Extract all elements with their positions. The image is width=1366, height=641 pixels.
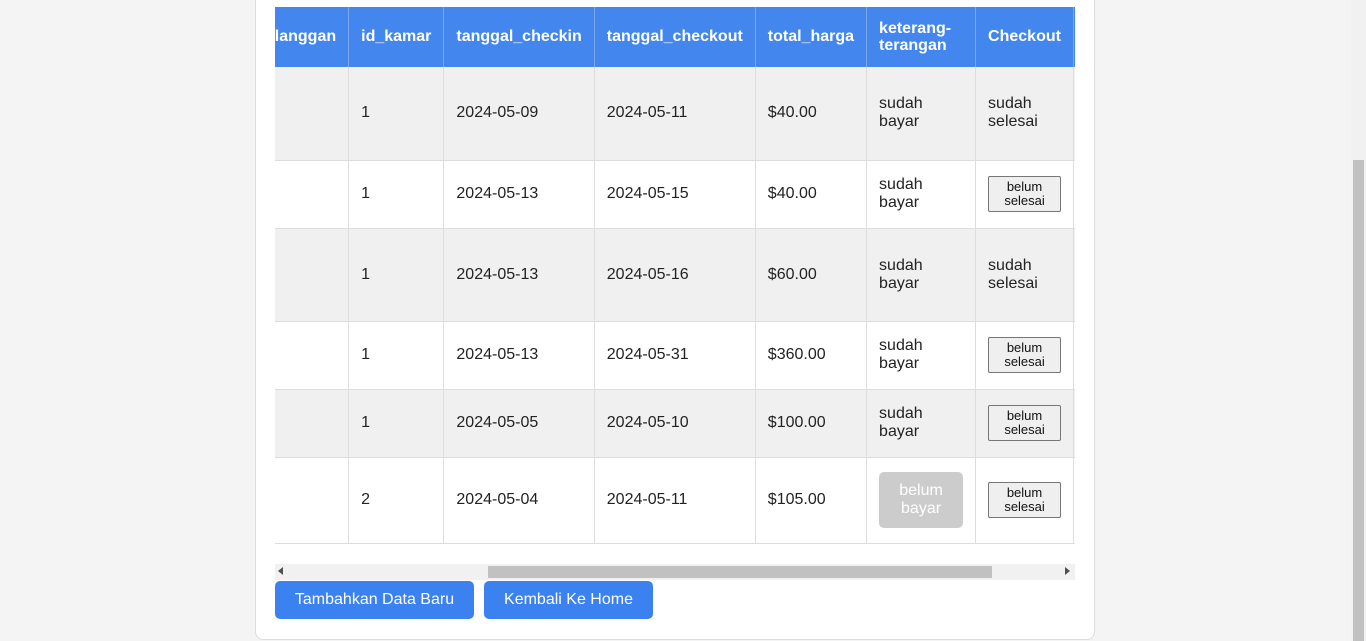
table-row: 1 2024-05-09 2024-05-11 $40.00 sudah bayar su…: [275, 67, 1075, 161]
keterangan-status: sudah bayar: [879, 95, 923, 131]
cell-id-pelanggan: [275, 389, 350, 458]
cell-total-harga: $40.00: [755, 160, 868, 229]
table-row: 1 2024-05-13 2024-05-16 $60.00 sudah bayar su…: [275, 228, 1075, 322]
cell-total-harga: $360.00: [755, 321, 868, 390]
cell-tanggal-checkout: 2024-05-16: [594, 228, 756, 322]
cell-tanggal-checkin: 2024-05-13: [443, 228, 595, 322]
cell-checkout: sudah selesai: [975, 67, 1075, 161]
back-home-button[interactable]: Kembali Ke Home: [484, 581, 653, 619]
header-checkout: Checkout: [975, 7, 1075, 67]
reservation-table: id_pelanggan id_kamar tanggal_checkin ta…: [275, 7, 1075, 544]
belum-selesai-button[interactable]: belum selesai: [988, 176, 1062, 212]
cell-total-harga: $60.00: [755, 228, 868, 322]
cell-total-harga: $105.00: [755, 457, 868, 544]
cell-id-pelanggan: [275, 321, 350, 390]
cell-checkout: belum selesai: [975, 389, 1075, 458]
cell-checkout: belum selesai: [975, 321, 1075, 390]
cell-id-pelanggan: [275, 228, 350, 322]
cell-tanggal-checkout: 2024-05-10: [594, 389, 756, 458]
table-row: 2 2024-05-04 2024-05-11 $105.00 belum bayar b…: [275, 457, 1075, 544]
vertical-scrollbar-thumb[interactable]: [1353, 160, 1364, 641]
cell-id-kamar: 1: [348, 160, 445, 229]
cell-id-kamar: 1: [348, 389, 445, 458]
header-id-kamar: id_kamar: [348, 7, 445, 67]
keterangan-status: sudah bayar: [879, 405, 923, 440]
cell-tanggal-checkout: 2024-05-15: [594, 160, 756, 229]
cell-extra: [1073, 160, 1075, 229]
header-id-pelanggan: id_pelanggan: [275, 7, 350, 67]
cell-id-kamar: 1: [348, 321, 445, 390]
cell-tanggal-checkout: 2024-05-11: [594, 67, 756, 161]
cell-keterangan: sudah bayar: [866, 228, 977, 322]
cell-tanggal-checkin: 2024-05-13: [443, 160, 595, 229]
horizontal-scrollbar-thumb[interactable]: [488, 566, 992, 578]
cell-keterangan: sudah bayar: [866, 321, 977, 390]
cell-checkout: sudah selesai: [975, 228, 1075, 322]
cell-id-pelanggan: [275, 160, 350, 229]
header-total-harga: total_harga: [755, 7, 868, 67]
keterangan-status: sudah bayar: [879, 176, 923, 211]
horizontal-scrollbar[interactable]: [275, 564, 1075, 580]
belum-selesai-button[interactable]: belum selesai: [988, 482, 1062, 518]
table-row: 1 2024-05-13 2024-05-31 $360.00 sudah bayar b…: [275, 321, 1075, 390]
belum-selesai-button[interactable]: belum selesai: [988, 337, 1062, 373]
cell-id-kamar: 1: [348, 228, 445, 322]
cell-keterangan: sudah bayar: [866, 160, 977, 229]
cell-tanggal-checkout: 2024-05-11: [594, 457, 756, 544]
cell-tanggal-checkin: 2024-05-13: [443, 321, 595, 390]
cell-keterangan: sudah bayar: [866, 389, 977, 458]
add-data-button[interactable]: Tambahkan Data Baru: [275, 581, 474, 619]
header-keterangan: keterang-terangan: [866, 7, 977, 67]
cell-extra: [1073, 321, 1075, 390]
cell-id-pelanggan: [275, 67, 350, 161]
chevron-right-icon[interactable]: [1065, 567, 1070, 575]
cell-extra: [1073, 228, 1075, 322]
cell-checkout: belum selesai: [975, 457, 1075, 544]
cell-keterangan: sudah bayar: [866, 67, 977, 161]
cell-tanggal-checkin: 2024-05-05: [443, 389, 595, 458]
cell-total-harga: $40.00: [755, 67, 868, 161]
table-header-row: id_pelanggan id_kamar tanggal_checkin ta…: [275, 7, 1075, 67]
cell-id-pelanggan: [275, 457, 350, 544]
cell-extra: [1073, 67, 1075, 161]
belum-selesai-button[interactable]: belum selesai: [988, 405, 1062, 441]
cell-tanggal-checkin: 2024-05-04: [443, 457, 595, 544]
cell-checkout: belum selesai: [975, 160, 1075, 229]
belum-bayar-button: belum bayar: [879, 472, 964, 528]
header-tanggal-checkin: tanggal_checkin: [443, 7, 595, 67]
cell-extra: [1073, 457, 1075, 544]
chevron-left-icon[interactable]: [278, 567, 283, 575]
table-scroll-container[interactable]: id_pelanggan id_kamar tanggal_checkin ta…: [275, 7, 1075, 564]
table-row: 1 2024-05-13 2024-05-15 $40.00 sudah bayar be…: [275, 160, 1075, 229]
checkout-status: sudah selesai: [988, 256, 1038, 292]
cell-tanggal-checkin: 2024-05-09: [443, 67, 595, 161]
vertical-scrollbar[interactable]: [1351, 0, 1366, 641]
cell-id-kamar: 1: [348, 67, 445, 161]
cell-total-harga: $100.00: [755, 389, 868, 458]
header-tanggal-checkout: tanggal_checkout: [594, 7, 756, 67]
cell-tanggal-checkout: 2024-05-31: [594, 321, 756, 390]
header-extra: [1073, 7, 1075, 67]
checkout-status: sudah selesai: [988, 95, 1038, 131]
keterangan-status: sudah bayar: [879, 337, 923, 372]
keterangan-status: sudah bayar: [879, 256, 923, 292]
cell-id-kamar: 2: [348, 457, 445, 544]
cell-keterangan: belum bayar: [866, 457, 977, 544]
cell-extra: [1073, 389, 1075, 458]
table-row: 1 2024-05-05 2024-05-10 $100.00 sudah bayar b…: [275, 389, 1075, 458]
